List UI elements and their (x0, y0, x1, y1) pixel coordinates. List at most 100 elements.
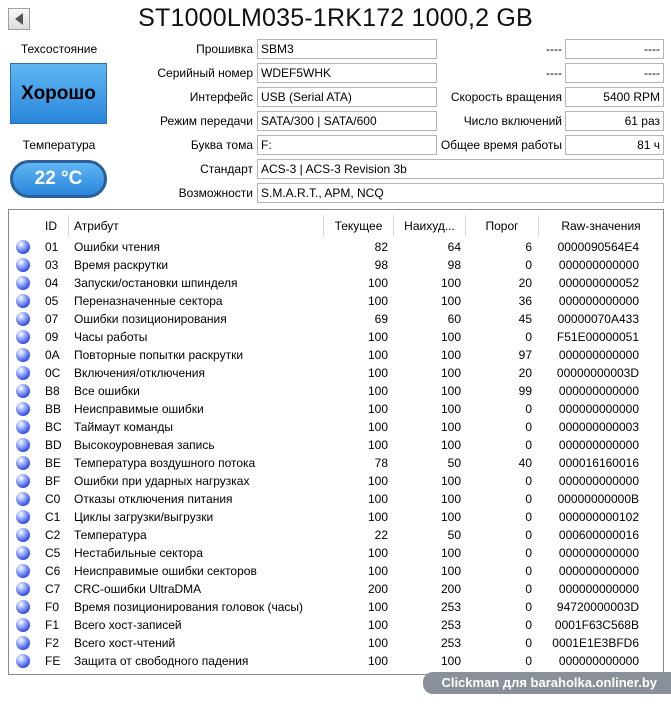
cell-current: 69 (374, 312, 388, 326)
cell-attribute: Время позиционирования головок (часы) (74, 600, 304, 614)
status-dot-icon (16, 492, 30, 506)
table-row[interactable]: C0 Отказы отключения питания 100 100 0 000000… (9, 490, 663, 508)
table-row[interactable]: 03 Время раскрутки 98 98 0 000000000000 (9, 256, 663, 274)
table-row[interactable]: 0C Включения/отключения 100 100 20 0000000000… (9, 364, 663, 382)
cell-worst: 98 (447, 258, 461, 272)
cell-attribute: Защита от свободного падения (74, 654, 249, 668)
serial-field[interactable]: WDEF5WHK (257, 63, 437, 83)
cell-attribute: Переназначенные сектора (74, 294, 223, 308)
cell-threshold: 0 (525, 654, 532, 668)
table-row[interactable]: F0 Время позиционирования головок (часы) 1… (9, 598, 663, 616)
status-dot-icon (16, 312, 30, 326)
cell-attribute: Неисправимые ошибки секторов (74, 564, 257, 578)
cell-current: 100 (367, 636, 388, 650)
rotation-field[interactable]: 5400 RPM (565, 87, 664, 107)
drive-letter-field[interactable]: F: (257, 135, 437, 155)
table-row[interactable]: 0A Повторные попытки раскрутки 100 100 97 000… (9, 346, 663, 364)
cell-current: 100 (367, 348, 388, 362)
cell-attribute: Неисправимые ошибки (74, 402, 204, 416)
table-row[interactable]: 05 Переназначенные сектора 100 100 36 0000000… (9, 292, 663, 310)
table-row[interactable]: BF Ошибки при ударных нагрузках 100 100 0 000… (9, 472, 663, 490)
status-dot-icon (16, 654, 30, 668)
standard-field[interactable]: ACS-3 | ACS-3 Revision 3b (257, 159, 664, 179)
power-hours-field[interactable]: 81 ч (565, 135, 664, 155)
transfer-label: Режим передачи (160, 114, 253, 128)
col-threshold-header[interactable]: Порог (466, 215, 539, 237)
cell-raw: 00000000003D (556, 366, 639, 380)
blank2-field[interactable]: ---- (565, 63, 664, 83)
cell-raw: 000000000000 (558, 384, 639, 398)
table-row[interactable]: BE Температура воздушного потока 78 50 40 000… (9, 454, 663, 472)
status-dot-icon (16, 330, 30, 344)
blank1-field[interactable]: ---- (565, 39, 664, 59)
cell-worst: 100 (440, 546, 461, 560)
table-row[interactable]: 07 Ошибки позиционирования 69 60 45 00000070A… (9, 310, 663, 328)
cell-threshold: 0 (525, 564, 532, 578)
table-row[interactable]: C6 Неисправимые ошибки секторов 100 100 0 000… (9, 562, 663, 580)
cell-threshold: 6 (525, 240, 532, 254)
cell-worst: 253 (440, 600, 461, 614)
cell-worst: 100 (440, 294, 461, 308)
table-row[interactable]: FE Защита от свободного падения 100 100 0 000… (9, 652, 663, 670)
cell-worst: 100 (440, 492, 461, 506)
cell-id: 0C (45, 366, 61, 380)
cell-worst: 60 (447, 312, 461, 326)
cell-attribute: Всего хост-записей (74, 618, 182, 632)
cell-current: 100 (367, 546, 388, 560)
features-field[interactable]: S.M.A.R.T., APM, NCQ (257, 183, 664, 203)
cell-id: BC (45, 420, 62, 434)
firmware-field[interactable]: SBM3 (257, 39, 437, 59)
table-row[interactable]: 01 Ошибки чтения 82 64 6 0000090564E4 (9, 238, 663, 256)
cell-attribute: Запуски/остановки шпинделя (74, 276, 238, 290)
table-row[interactable]: F2 Всего хост-чтений 100 253 0 0001E1E3BFD6 (9, 634, 663, 652)
cell-threshold: 0 (525, 582, 532, 596)
cell-raw: 000000000003 (558, 420, 639, 434)
cell-raw: 000000000000 (558, 438, 639, 452)
table-row[interactable]: BD Высокоуровневая запись 100 100 0 000000000… (9, 436, 663, 454)
cell-threshold: 0 (525, 618, 532, 632)
status-dot-icon (16, 438, 30, 452)
smart-table[interactable]: ID Атрибут Текущее Наихуд... Порог Raw-з… (8, 209, 664, 675)
table-row[interactable]: C2 Температура 22 50 0 000600000016 (9, 526, 663, 544)
cell-attribute: Циклы загрузки/выгрузки (74, 510, 214, 524)
col-worst-header[interactable]: Наихуд... (394, 215, 466, 237)
table-row[interactable]: BB Неисправимые ошибки 100 100 0 000000000000 (9, 400, 663, 418)
table-row[interactable]: F1 Всего хост-записей 100 253 0 0001F63C568B (9, 616, 663, 634)
table-row[interactable]: BC Таймаут команды 100 100 0 000000000003 (9, 418, 663, 436)
table-row[interactable]: C7 CRC-ошибки UltraDMA 200 200 0 000000000000 (9, 580, 663, 598)
table-row[interactable]: C5 Нестабильные сектора 100 100 0 00000000000… (9, 544, 663, 562)
cell-id: 05 (45, 294, 59, 308)
cell-raw: 000000000000 (558, 474, 639, 488)
cell-id: C0 (45, 492, 61, 506)
cell-worst: 50 (447, 528, 461, 542)
col-current-header[interactable]: Текущее (324, 215, 394, 237)
cell-threshold: 20 (518, 276, 532, 290)
cell-worst: 100 (440, 510, 461, 524)
cell-raw: 000600000016 (558, 528, 639, 542)
cell-raw: 000000000000 (558, 546, 639, 560)
table-row[interactable]: C1 Циклы загрузки/выгрузки 100 100 0 00000000… (9, 508, 663, 526)
cell-id: FE (45, 654, 61, 668)
cell-current: 100 (367, 492, 388, 506)
transfer-field[interactable]: SATA/300 | SATA/600 (257, 111, 437, 131)
drive-letter-label: Буква тома (190, 138, 253, 152)
col-id-header[interactable]: ID (37, 215, 69, 237)
cell-attribute: Температура воздушного потока (74, 456, 256, 470)
table-row[interactable]: 04 Запуски/остановки шпинделя 100 100 20 0000… (9, 274, 663, 292)
power-count-label: Число включений (463, 114, 562, 128)
col-attribute-header[interactable]: Атрибут (69, 215, 324, 237)
cell-worst: 64 (447, 240, 461, 254)
firmware-label: Прошивка (196, 42, 253, 56)
cell-threshold: 99 (518, 384, 532, 398)
table-row[interactable]: B8 Все ошибки 100 100 99 000000000000 (9, 382, 663, 400)
rotation-label: Скорость вращения (450, 90, 562, 104)
cell-id: F0 (45, 600, 60, 614)
status-dot-icon (16, 276, 30, 290)
table-row[interactable]: 09 Часы работы 100 100 0 F51E00000051 (9, 328, 663, 346)
col-raw-header[interactable]: Raw-значения (539, 215, 663, 237)
interface-field[interactable]: USB (Serial ATA) (257, 87, 437, 107)
cell-attribute: Отказы отключения питания (74, 492, 233, 506)
power-count-field[interactable]: 61 раз (565, 111, 664, 131)
power-hours-label: Общее время работы (440, 138, 562, 152)
cell-attribute: Температура (74, 528, 147, 542)
